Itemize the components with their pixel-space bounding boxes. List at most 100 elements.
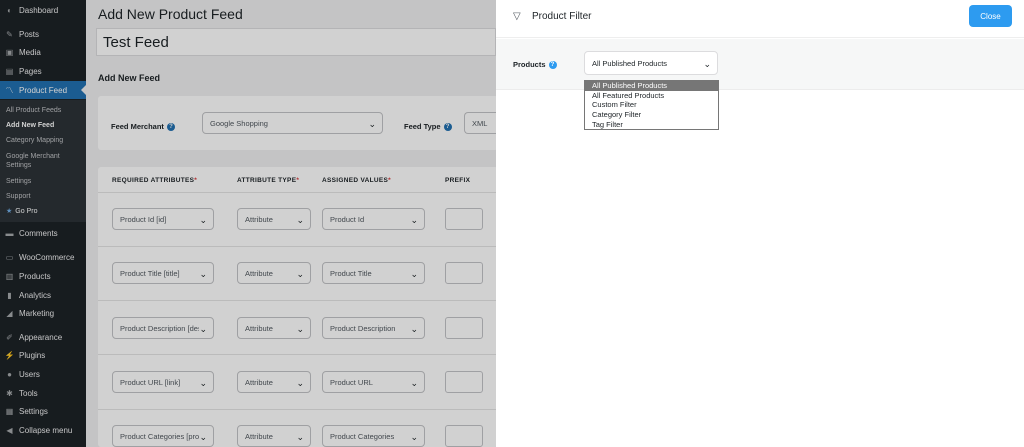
products-select[interactable]: All Published Products ⌄ bbox=[584, 51, 718, 75]
assigned-value-select[interactable]: Product URL ⌄ bbox=[322, 371, 425, 393]
select-value: Product Id bbox=[330, 215, 365, 224]
menu-tools[interactable]: ✱ Tools bbox=[0, 384, 86, 402]
help-icon[interactable]: ? bbox=[166, 123, 175, 132]
filter-icon: ▽ bbox=[513, 11, 521, 22]
menu-label: Settings bbox=[19, 406, 48, 416]
assigned-value-select[interactable]: Product Id ⌄ bbox=[322, 208, 425, 230]
feed-type-select[interactable]: XML bbox=[464, 112, 498, 134]
row-divider bbox=[98, 192, 498, 193]
feed-type-label: Feed Type? bbox=[404, 122, 452, 132]
drawer-header: ▽ Product Filter Close bbox=[496, 0, 1024, 38]
menu-users[interactable]: ● Users bbox=[0, 365, 86, 383]
menu-label: Posts bbox=[19, 29, 40, 39]
chevron-down-icon: ⌄ bbox=[296, 215, 304, 225]
feed-merchant-select[interactable]: Google Shopping ⌄ bbox=[202, 112, 383, 134]
required-attribute-select[interactable]: Product Id [id] ⌄ bbox=[112, 208, 214, 230]
attributes-table: REQUIRED ATTRIBUTES* ATTRIBUTE TYPE* ASS… bbox=[98, 167, 498, 447]
menu-analytics[interactable]: ▮ Analytics bbox=[0, 286, 86, 304]
menu-label: Collapse menu bbox=[19, 425, 73, 435]
help-icon[interactable]: ? bbox=[443, 123, 452, 132]
menu-plugins[interactable]: ⚡ Plugins bbox=[0, 346, 86, 364]
chevron-down-icon: ⌄ bbox=[296, 324, 304, 334]
menu-pages[interactable]: ▤ Pages bbox=[0, 62, 86, 80]
attribute-type-select[interactable]: Attribute ⌄ bbox=[237, 208, 311, 230]
prefix-input[interactable] bbox=[445, 425, 483, 447]
close-button[interactable]: Close bbox=[969, 5, 1012, 27]
dashboard-icon: ◐ bbox=[7, 5, 12, 15]
label-text: Feed Type bbox=[404, 122, 441, 131]
required-attribute-select[interactable]: Product Title [title] ⌄ bbox=[112, 262, 214, 284]
menu-label: Analytics bbox=[19, 290, 52, 300]
option-custom-filter[interactable]: Custom Filter bbox=[585, 100, 718, 110]
assigned-value-select[interactable]: Product Title ⌄ bbox=[322, 262, 425, 284]
select-value: Attribute bbox=[245, 324, 273, 333]
menu-label: Products bbox=[19, 271, 51, 281]
feed-merchant-label: Feed Merchant? bbox=[111, 122, 175, 132]
select-value: Product Description [des bbox=[120, 324, 202, 333]
row-divider bbox=[98, 300, 498, 301]
label-text: Feed Merchant bbox=[111, 122, 164, 131]
submenu-support[interactable]: Support bbox=[6, 192, 31, 201]
menu-dashboard[interactable]: ◐ Dashboard bbox=[0, 1, 86, 19]
required-attribute-select[interactable]: Product Description [des ⌄ bbox=[112, 317, 214, 339]
chevron-down-icon: ⌄ bbox=[368, 119, 376, 129]
option-all-featured-products[interactable]: All Featured Products bbox=[585, 91, 718, 101]
attribute-type-select[interactable]: Attribute ⌄ bbox=[237, 371, 311, 393]
attribute-type-select[interactable]: Attribute ⌄ bbox=[237, 317, 311, 339]
required-attribute-select[interactable]: Product URL [link] ⌄ bbox=[112, 371, 214, 393]
row-divider bbox=[98, 246, 498, 247]
prefix-input[interactable] bbox=[445, 262, 483, 284]
prefix-input[interactable] bbox=[445, 371, 483, 393]
select-value: Product Categories bbox=[330, 432, 395, 441]
feed-name-input[interactable]: Test Feed bbox=[96, 28, 496, 56]
submenu-add-new-feed[interactable]: Add New Feed bbox=[6, 121, 54, 130]
chevron-down-icon: ⌄ bbox=[199, 378, 207, 388]
product-filter-drawer: ▽ Product Filter Close Products? All Pub… bbox=[496, 0, 1024, 447]
submenu-settings[interactable]: Settings bbox=[6, 177, 31, 186]
option-tag-filter[interactable]: Tag Filter bbox=[585, 120, 718, 130]
menu-label: Marketing bbox=[19, 308, 55, 318]
pages-icon: ▤ bbox=[5, 66, 14, 76]
select-value: XML bbox=[472, 119, 488, 128]
prefix-input[interactable] bbox=[445, 208, 483, 230]
required-attribute-select[interactable]: Product Categories [proc ⌄ bbox=[112, 425, 214, 447]
select-value: All Published Products bbox=[592, 59, 668, 68]
menu-product-feed[interactable]: 〽 Product Feed bbox=[0, 81, 86, 99]
menu-collapse[interactable]: ◀ Collapse menu bbox=[0, 421, 86, 439]
page-title: Add New Product Feed bbox=[98, 6, 243, 22]
menu-comments[interactable]: ▬ Comments bbox=[0, 224, 86, 242]
products-dropdown-list: All Published Products All Featured Prod… bbox=[584, 80, 719, 131]
menu-appearance[interactable]: ✐ Appearance bbox=[0, 328, 86, 346]
chevron-down-icon: ⌄ bbox=[410, 215, 418, 225]
menu-products[interactable]: ▥ Products bbox=[0, 267, 86, 285]
menu-woocommerce[interactable]: ▭ WooCommerce bbox=[0, 248, 86, 266]
row-divider bbox=[98, 409, 498, 410]
media-icon: ▣ bbox=[5, 47, 14, 57]
submenu-all-product-feeds[interactable]: All Product Feeds bbox=[6, 106, 61, 115]
menu-media[interactable]: ▣ Media bbox=[0, 43, 86, 61]
submenu-category-mapping[interactable]: Category Mapping bbox=[6, 136, 63, 145]
menu-settings[interactable]: ▦ Settings bbox=[0, 402, 86, 420]
submenu-go-pro[interactable]: ★ Go Pro bbox=[6, 207, 37, 216]
label-text: Products bbox=[513, 60, 546, 69]
product-feed-submenu: All Product Feeds Add New Feed Category … bbox=[0, 100, 86, 222]
bar-chart-icon: ▮ bbox=[7, 290, 12, 300]
attribute-type-select[interactable]: Attribute ⌄ bbox=[237, 262, 311, 284]
menu-posts[interactable]: ✎ Posts bbox=[0, 25, 86, 43]
attribute-type-select[interactable]: Attribute ⌄ bbox=[237, 425, 311, 447]
option-category-filter[interactable]: Category Filter bbox=[585, 110, 718, 120]
submenu-google-merchant-settings[interactable]: Google Merchant Settings bbox=[6, 152, 60, 170]
products-label: Products? bbox=[513, 60, 557, 70]
option-all-published-products[interactable]: All Published Products bbox=[585, 81, 718, 91]
prefix-input[interactable] bbox=[445, 317, 483, 339]
select-value: Product Description bbox=[330, 324, 396, 333]
admin-sidebar: ◐ Dashboard ✎ Posts ▣ Media ▤ Pages 〽 Product… bbox=[0, 0, 86, 447]
assigned-value-select[interactable]: Product Description ⌄ bbox=[322, 317, 425, 339]
menu-marketing[interactable]: ◢ Marketing bbox=[0, 304, 86, 322]
assigned-value-select[interactable]: Product Categories ⌄ bbox=[322, 425, 425, 447]
chevron-down-icon: ⌄ bbox=[199, 324, 207, 335]
help-icon[interactable]: ? bbox=[548, 61, 557, 70]
menu-label: Product Feed bbox=[19, 85, 68, 95]
header-text: REQUIRED ATTRIBUTES bbox=[112, 177, 195, 184]
select-value: Product Categories [proc bbox=[120, 432, 203, 441]
